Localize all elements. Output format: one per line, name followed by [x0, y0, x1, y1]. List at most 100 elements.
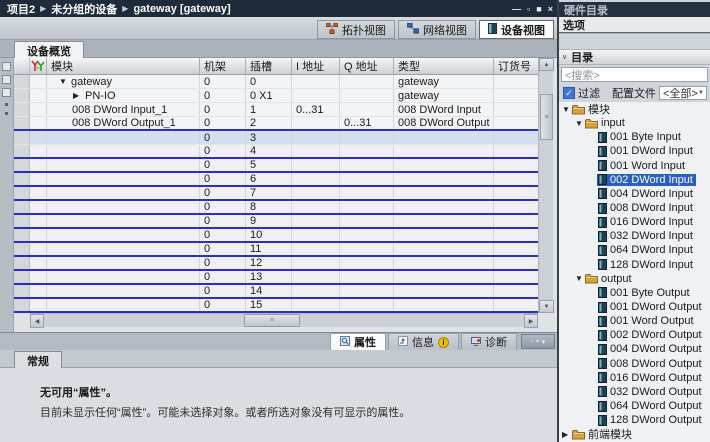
- tab-diagnostics[interactable]: 诊断: [461, 333, 517, 351]
- breadcrumb-item[interactable]: gateway [gateway]: [133, 3, 230, 15]
- cell-module: [47, 243, 200, 255]
- table-row[interactable]: 0 11: [14, 243, 538, 257]
- tree-item[interactable]: 016 DWord Output: [559, 371, 710, 385]
- tree-item[interactable]: 002 DWord Output: [559, 328, 710, 342]
- horizontal-scroll-track[interactable]: ≡: [44, 314, 524, 327]
- tree-item[interactable]: 001 Word Output: [559, 314, 710, 328]
- filter-icon[interactable]: [30, 58, 47, 74]
- column-header-rack[interactable]: 机架: [200, 58, 246, 74]
- catalog-section-header[interactable]: ∨ 目录: [559, 49, 710, 65]
- tree-item-content: 016 DWord Input: [597, 216, 696, 228]
- horizontal-scrollbar[interactable]: ◀ ≡ ▶: [30, 313, 538, 328]
- tree-item[interactable]: 002 DWord Input: [559, 173, 710, 187]
- minimize-button[interactable]: —: [512, 4, 521, 14]
- scroll-down-button[interactable]: ▼: [539, 300, 554, 313]
- expand-icon[interactable]: ▶: [73, 90, 85, 102]
- tree-item[interactable]: 128 DWord Input: [559, 258, 710, 272]
- tab-info[interactable]: 信息 i: [388, 333, 459, 351]
- tree-item-content: 008 DWord Input: [597, 202, 696, 214]
- tree-item[interactable]: 016 DWord Input: [559, 215, 710, 229]
- tree-item[interactable]: ▶ 前端模块: [559, 427, 710, 441]
- tree-item[interactable]: 008 DWord Input: [559, 201, 710, 215]
- table-row[interactable]: ▼ gateway 0 0 gateway: [14, 75, 538, 89]
- scroll-up-button[interactable]: ▲: [539, 58, 554, 71]
- table-row[interactable]: 06: [14, 173, 538, 187]
- tree-item[interactable]: 004 DWord Input: [559, 187, 710, 201]
- table-row[interactable]: 0 14: [14, 285, 538, 299]
- column-header-q-address[interactable]: Q 地址: [340, 58, 394, 74]
- tab-device-overview[interactable]: 设备概览: [14, 41, 84, 59]
- vertical-scrollbar[interactable]: ▲ ≡ ▼: [538, 58, 554, 313]
- maximize-button[interactable]: ■: [536, 4, 541, 14]
- profile-dropdown[interactable]: <全部> ▼: [659, 86, 707, 100]
- breadcrumb-item[interactable]: 项目2: [7, 1, 35, 17]
- tree-item[interactable]: ▼ output: [559, 272, 710, 286]
- column-header-order-number[interactable]: 订货号: [494, 58, 538, 74]
- cell-i-address: [292, 215, 340, 227]
- tree-item[interactable]: 128 DWord Output: [559, 413, 710, 427]
- cell-order-number: [494, 201, 538, 213]
- column-header-type[interactable]: 类型: [394, 58, 494, 74]
- tree-item[interactable]: 001 DWord Input: [559, 144, 710, 158]
- table-row[interactable]: 008 DWord Output_1 0 2 0...31 008 DWord Outp…: [14, 117, 538, 131]
- tree-item[interactable]: 064 DWord Input: [559, 243, 710, 257]
- collapse-icon[interactable]: ▼: [59, 76, 71, 88]
- table-row[interactable]: 05: [14, 159, 538, 173]
- float-pane-icon[interactable]: ▫: [531, 338, 533, 345]
- tree-item[interactable]: 064 DWord Output: [559, 399, 710, 413]
- tree-item[interactable]: 001 DWord Output: [559, 300, 710, 314]
- table-row[interactable]: 09: [14, 215, 538, 229]
- left-pane-handle[interactable]: [0, 58, 14, 332]
- collapse-pane-icon[interactable]: ▪: [536, 338, 538, 345]
- table-row[interactable]: 03: [14, 131, 538, 145]
- tree-item[interactable]: ▼ input: [559, 116, 710, 130]
- breadcrumb-item[interactable]: 未分组的设备: [51, 1, 117, 17]
- column-header-slot[interactable]: 插槽: [246, 58, 292, 74]
- restore-button[interactable]: ▫: [527, 4, 530, 14]
- catalog-options-label[interactable]: 选项: [559, 17, 710, 34]
- collapse-icon[interactable]: ▼: [575, 274, 584, 283]
- table-row[interactable]: 0 10: [14, 229, 538, 243]
- network-view-button[interactable]: 网络视图: [398, 20, 476, 39]
- expand-icon[interactable]: ▶: [562, 430, 571, 439]
- table-row[interactable]: 07: [14, 187, 538, 201]
- cell-type: [394, 159, 494, 171]
- collapse-icon[interactable]: ▼: [575, 119, 584, 128]
- table-row[interactable]: 08: [14, 201, 538, 215]
- collapse-icon[interactable]: ▼: [562, 105, 571, 114]
- table-row[interactable]: 008 DWord Input_1 0 1 0...31 008 DWord Input: [14, 103, 538, 117]
- tree-item[interactable]: 001 Word Input: [559, 159, 710, 173]
- cell-module: [47, 201, 200, 213]
- close-button[interactable]: ×: [548, 4, 553, 14]
- inspector-corner-controls[interactable]: ▫ ▪ ▾: [521, 334, 555, 349]
- horizontal-scroll-thumb[interactable]: ≡: [244, 314, 300, 327]
- search-input[interactable]: <搜索>: [561, 67, 708, 82]
- filter-checkbox[interactable]: ✓: [563, 87, 575, 99]
- tree-item[interactable]: 032 DWord Input: [559, 229, 710, 243]
- table-row[interactable]: 0 15: [14, 299, 538, 313]
- table-row[interactable]: 0 12: [14, 257, 538, 271]
- expand-down-icon[interactable]: ▾: [542, 338, 546, 346]
- table-row[interactable]: 0 13: [14, 271, 538, 285]
- scroll-left-button[interactable]: ◀: [30, 314, 44, 328]
- tree-item[interactable]: 008 DWord Output: [559, 357, 710, 371]
- table-row[interactable]: ▶ PN-IO 0 0 X1 gateway: [14, 89, 538, 103]
- tree-item[interactable]: 004 DWord Output: [559, 342, 710, 356]
- inspector-tabs: 属性 信息 i 诊断: [330, 333, 517, 351]
- cell-q-address: [340, 145, 394, 157]
- cell-slot: 11: [246, 243, 292, 255]
- tab-properties[interactable]: 属性: [330, 333, 386, 351]
- topology-view-button[interactable]: 拓扑视图: [317, 20, 395, 39]
- device-view-button[interactable]: 设备视图: [479, 20, 554, 39]
- tree-item[interactable]: ▼ 模块: [559, 102, 710, 116]
- tab-general[interactable]: 常规: [14, 351, 62, 369]
- vertical-scroll-thumb[interactable]: ≡: [540, 94, 553, 140]
- tree-item[interactable]: 032 DWord Output: [559, 385, 710, 399]
- tree-item[interactable]: 001 Byte Input: [559, 130, 710, 144]
- column-header-i-address[interactable]: I 地址: [292, 58, 340, 74]
- table-row[interactable]: 04: [14, 145, 538, 159]
- tree-item[interactable]: 001 Byte Output: [559, 286, 710, 300]
- scroll-right-button[interactable]: ▶: [524, 314, 538, 328]
- column-header-module[interactable]: 模块: [47, 58, 200, 74]
- profile-dropdown-value: <全部>: [663, 88, 698, 100]
